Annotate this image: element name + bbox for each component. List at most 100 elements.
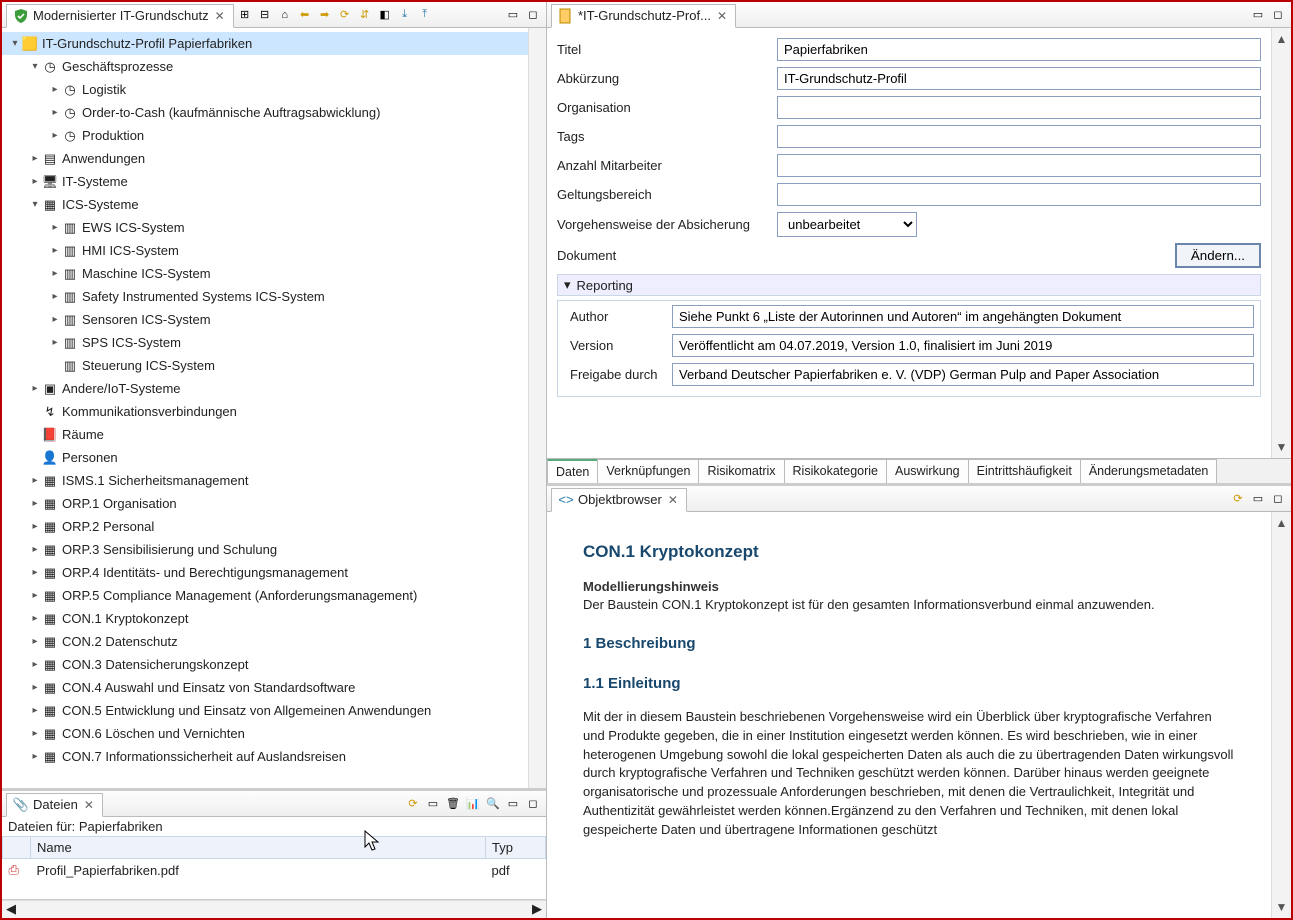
tree-item[interactable]: ▸▦ISMS.1 Sicherheitsmanagement <box>2 469 528 492</box>
tree-item[interactable]: ▸▥Safety Instrumented Systems ICS-System <box>2 285 528 308</box>
tree-item[interactable]: ▸▦ORP.1 Organisation <box>2 492 528 515</box>
maximize-icon[interactable]: ◻ <box>524 6 542 24</box>
close-icon[interactable]: ✕ <box>213 9 227 23</box>
export-icon[interactable]: ⤒ <box>416 6 434 24</box>
sync-icon[interactable]: ⟳ <box>404 795 422 813</box>
form-scrollbar[interactable]: ▲▼ <box>1271 28 1291 458</box>
maximize-icon[interactable]: ◻ <box>524 795 542 813</box>
close-icon[interactable]: ✕ <box>666 493 680 507</box>
tree-item[interactable]: ▸▦CON.6 Löschen und Vernichten <box>2 722 528 745</box>
chevron-right-icon[interactable]: ▸ <box>28 383 42 394</box>
tree-item[interactable]: ▸▦ORP.5 Compliance Management (Anforderu… <box>2 584 528 607</box>
title-input[interactable] <box>777 38 1261 61</box>
tab-editor[interactable]: *IT-Grundschutz-Prof... ✕ <box>551 4 736 28</box>
chevron-right-icon[interactable]: ▸ <box>48 337 62 348</box>
version-input[interactable] <box>672 334 1254 357</box>
change-button[interactable]: Ändern... <box>1175 243 1261 268</box>
tree-item[interactable]: ▸▥Maschine ICS-System <box>2 262 528 285</box>
editor-tab-eintrittshäufigkeit[interactable]: Eintrittshäufigkeit <box>968 459 1081 483</box>
tree-item[interactable]: ▸▥HMI ICS-System <box>2 239 528 262</box>
chevron-right-icon[interactable]: ▸ <box>48 314 62 325</box>
minimize-icon[interactable]: ▭ <box>1249 490 1267 508</box>
chevron-right-icon[interactable]: ▸ <box>28 475 42 486</box>
back-icon[interactable]: ⬅ <box>296 6 314 24</box>
chevron-right-icon[interactable]: ▸ <box>28 176 42 187</box>
tree-item[interactable]: ▸▦CON.7 Informationssicherheit auf Ausla… <box>2 745 528 768</box>
sync-icon[interactable]: ⟳ <box>1229 490 1247 508</box>
tree-item[interactable]: ▸◷Order-to-Cash (kaufmännische Auftragsa… <box>2 101 528 124</box>
maximize-icon[interactable]: ◻ <box>1269 6 1287 24</box>
tree-item[interactable]: 👤Personen <box>2 446 528 469</box>
chevron-right-icon[interactable]: ▸ <box>28 590 42 601</box>
col-type[interactable]: Typ <box>486 837 546 859</box>
tab-modernisierter[interactable]: Modernisierter IT-Grundschutz ✕ <box>6 4 234 28</box>
browser-content[interactable]: CON.1 Kryptokonzept Modellierungshinweis… <box>547 512 1271 918</box>
chevron-right-icon[interactable]: ▸ <box>48 245 62 256</box>
tree-view[interactable]: ▾🟨IT-Grundschutz-Profil Papierfabriken▾◷… <box>2 28 528 788</box>
editor-tab-verknüpfungen[interactable]: Verknüpfungen <box>597 459 699 483</box>
chevron-right-icon[interactable]: ▸ <box>28 153 42 164</box>
browser-scrollbar[interactable]: ▲▼ <box>1271 512 1291 918</box>
tree-item[interactable]: ▸▥SPS ICS-System <box>2 331 528 354</box>
chevron-right-icon[interactable]: ▸ <box>28 659 42 670</box>
tree-item[interactable]: ▸▦CON.4 Auswahl und Einsatz von Standard… <box>2 676 528 699</box>
release-input[interactable] <box>672 363 1254 386</box>
chevron-right-icon[interactable]: ▸ <box>28 521 42 532</box>
reporting-section-toggle[interactable]: ▾ Reporting <box>557 274 1261 296</box>
minimize-icon[interactable]: ▭ <box>504 6 522 24</box>
close-icon[interactable]: ✕ <box>82 798 96 812</box>
chevron-right-icon[interactable]: ▸ <box>28 498 42 509</box>
add-file-icon[interactable]: ▭ <box>424 795 442 813</box>
chevron-down-icon[interactable]: ▾ <box>8 38 22 49</box>
table-row[interactable]: ⎙ Profil_Papierfabriken.pdf pdf <box>3 859 546 882</box>
forward-icon[interactable]: ➡ <box>316 6 334 24</box>
chevron-right-icon[interactable]: ▸ <box>48 222 62 233</box>
tree-item[interactable]: ▸▦CON.3 Datensicherungskonzept <box>2 653 528 676</box>
files-hscroll[interactable]: ◀▶ <box>2 900 546 918</box>
editor-tab-risikokategorie[interactable]: Risikokategorie <box>784 459 887 483</box>
tags-input[interactable] <box>777 125 1261 148</box>
expand-all-icon[interactable]: ⊞ <box>236 6 254 24</box>
approach-select[interactable]: unbearbeitet <box>777 212 917 237</box>
minimize-icon[interactable]: ▭ <box>1249 6 1267 24</box>
org-input[interactable] <box>777 96 1261 119</box>
abbrev-input[interactable] <box>777 67 1261 90</box>
author-input[interactable] <box>672 305 1254 328</box>
chevron-right-icon[interactable]: ▸ <box>48 268 62 279</box>
tab-objektbrowser[interactable]: <> Objektbrowser ✕ <box>551 488 687 512</box>
scope-input[interactable] <box>777 183 1261 206</box>
chevron-right-icon[interactable]: ▸ <box>28 705 42 716</box>
tree-item[interactable]: ▸◷Produktion <box>2 124 528 147</box>
editor-tab-auswirkung[interactable]: Auswirkung <box>886 459 969 483</box>
chevron-right-icon[interactable]: ▸ <box>28 567 42 578</box>
chevron-right-icon[interactable]: ▸ <box>48 130 62 141</box>
editor-tab-änderungsmetadaten[interactable]: Änderungsmetadaten <box>1080 459 1218 483</box>
minimize-icon[interactable]: ▭ <box>504 795 522 813</box>
home-icon[interactable]: ⌂ <box>276 6 294 24</box>
chevron-right-icon[interactable]: ▸ <box>48 84 62 95</box>
editor-tab-risikomatrix[interactable]: Risikomatrix <box>698 459 784 483</box>
tree-scrollbar[interactable] <box>528 28 546 788</box>
tree-item[interactable]: ↯Kommunikationsverbindungen <box>2 400 528 423</box>
tree-item[interactable]: ▸▦CON.2 Datenschutz <box>2 630 528 653</box>
tab-dateien[interactable]: 📎 Dateien ✕ <box>6 793 103 817</box>
tree-item[interactable]: 📕Räume <box>2 423 528 446</box>
tree-item[interactable]: ▾◷Geschäftsprozesse <box>2 55 528 78</box>
new-icon[interactable]: ◧ <box>376 6 394 24</box>
chevron-right-icon[interactable]: ▸ <box>28 751 42 762</box>
tree-item[interactable]: ▸◷Logistik <box>2 78 528 101</box>
tree-item[interactable]: ▸▤Anwendungen <box>2 147 528 170</box>
tree-item[interactable]: ▸▦ORP.3 Sensibilisierung und Schulung <box>2 538 528 561</box>
tree-item[interactable]: ▾🟨IT-Grundschutz-Profil Papierfabriken <box>2 32 528 55</box>
chevron-right-icon[interactable]: ▸ <box>28 728 42 739</box>
editor-tab-daten[interactable]: Daten <box>547 459 598 483</box>
chevron-right-icon[interactable]: ▸ <box>28 682 42 693</box>
search-icon[interactable]: 🔍 <box>484 795 502 813</box>
chevron-right-icon[interactable]: ▸ <box>28 636 42 647</box>
chevron-down-icon[interactable]: ▾ <box>28 61 42 72</box>
tree-item[interactable]: ▸▣Andere/IoT-Systeme <box>2 377 528 400</box>
tree-item[interactable]: ▸▥EWS ICS-System <box>2 216 528 239</box>
close-icon[interactable]: ✕ <box>715 9 729 23</box>
chevron-right-icon[interactable]: ▸ <box>28 613 42 624</box>
files-table[interactable]: Name Typ ⎙ Profil_Papierfabriken.pdf pdf <box>2 836 546 900</box>
